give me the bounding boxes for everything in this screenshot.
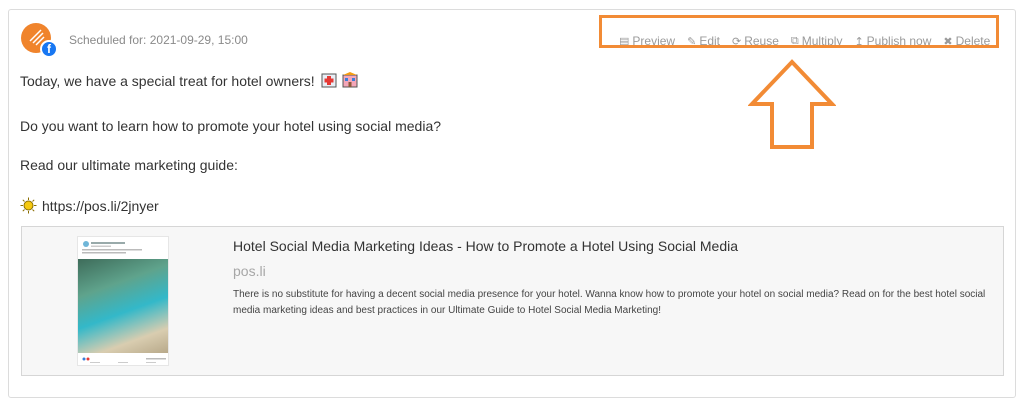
post-line-2: Do you want to learn how to promote your…	[20, 118, 442, 134]
link-preview-thumbnail	[77, 236, 169, 366]
post-line-3: Read our ultimate marketing guide:	[20, 157, 238, 173]
scheduled-time: Scheduled for: 2021-09-29, 15:00	[69, 33, 248, 47]
sun-emoji-icon	[20, 197, 37, 214]
post-line-1-text: Today, we have a special treat for hotel…	[20, 73, 315, 89]
link-preview-domain: pos.li	[233, 263, 266, 279]
avatar: f	[21, 23, 58, 58]
post-link[interactable]: https://pos.li/2jnyer	[42, 198, 159, 214]
post-line-1: Today, we have a special treat for hotel…	[20, 72, 720, 89]
beach-photo	[78, 259, 168, 353]
thumbnail-header-graphic	[82, 241, 142, 254]
post-line-4: https://pos.li/2jnyer	[20, 197, 720, 214]
thumbnail-footer-graphic	[82, 357, 166, 363]
link-preview-description: There is no substitute for having a dece…	[233, 289, 986, 316]
toolbar-highlight-box	[599, 15, 999, 48]
link-preview-card[interactable]: Hotel Social Media Marketing Ideas - How…	[21, 226, 1004, 376]
scheduled-post-card: f Scheduled for: 2021-09-29, 15:00 ▤ Pre…	[8, 9, 1016, 398]
link-preview-title[interactable]: Hotel Social Media Marketing Ideas - How…	[233, 238, 738, 254]
hotel-emoji-icon	[342, 72, 358, 88]
hospital-emoji-icon	[321, 73, 337, 88]
up-arrow-annotation-icon	[748, 59, 836, 149]
facebook-icon: f	[40, 40, 58, 58]
